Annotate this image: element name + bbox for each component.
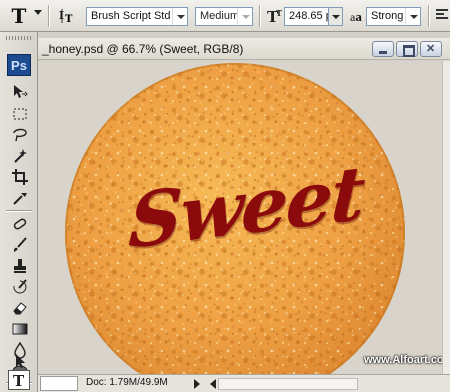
options-bar: T I T Brush Script Std Medium T T 248.65… [0,0,450,32]
font-size-icon: T T [266,7,284,26]
type-tool-active-icon[interactable]: T [8,370,30,390]
svg-text:T: T [65,14,73,25]
eyedropper-tool-icon[interactable] [9,188,31,208]
tool-preset-dropdown-icon[interactable] [34,10,42,15]
toolbox-grip[interactable] [6,36,32,40]
gradient-tool-icon[interactable] [9,319,31,339]
watermark-text: www.Alfoart.com [364,354,442,366]
chevron-down-icon[interactable] [237,8,252,25]
move-tool-icon[interactable] [9,82,31,102]
document-title-bar[interactable]: _honey.psd @ 66.7% (Sweet, RGB/8) [38,38,450,60]
path-selection-tool-icon[interactable] [9,351,31,371]
clone-stamp-tool-icon[interactable] [9,256,31,276]
divider [6,210,32,211]
close-button[interactable] [420,41,442,57]
antialias-icon: aa [350,9,362,29]
chevron-down-icon[interactable] [172,8,187,25]
font-family-select[interactable]: Brush Script Std [86,7,188,26]
font-size-value: 248.65 pt [289,10,328,22]
font-family-value: Brush Script Std [91,10,171,22]
divider [48,5,49,27]
svg-text:T: T [276,8,282,18]
status-bar: Doc: 1.79M/49.9M [38,374,450,392]
font-size-input[interactable]: 248.65 pt [284,7,328,26]
font-size-dropdown-icon[interactable] [328,7,343,26]
lasso-tool-icon[interactable] [9,125,31,145]
crop-tool-icon[interactable] [9,167,31,187]
minimize-button[interactable] [372,41,394,57]
marquee-tool-icon[interactable] [9,104,31,124]
magic-wand-tool-icon[interactable] [9,146,31,166]
font-style-select[interactable]: Medium [195,7,253,26]
divider [428,5,429,27]
svg-text:T: T [13,372,25,389]
antialias-value: Strong [371,10,404,22]
eraser-tool-icon[interactable] [9,298,31,318]
scroll-left-arrow-icon[interactable] [210,379,216,389]
divider [259,5,260,27]
brush-tool-icon[interactable] [9,235,31,255]
document-title: _honey.psd @ 66.7% (Sweet, RGB/8) [42,42,244,56]
document-window: _honey.psd @ 66.7% (Sweet, RGB/8) ✕ Swee… [38,32,450,392]
font-style-value: Medium [200,10,240,22]
status-menu-arrow-icon[interactable] [194,379,200,389]
chevron-down-icon[interactable] [405,8,420,25]
align-left-icon[interactable] [436,9,450,23]
horizontal-scrollbar[interactable] [218,378,358,390]
text-orientation-icon[interactable]: I T [58,7,76,25]
ps-logo[interactable]: Ps [7,54,31,76]
type-tool-icon[interactable]: T [6,4,32,28]
maximize-button[interactable] [396,41,418,57]
vertical-scrollbar[interactable] [442,61,450,374]
healing-brush-tool-icon[interactable] [9,214,31,234]
zoom-input[interactable] [40,376,78,391]
canvas[interactable]: Sweet www.Alfoart.com [38,61,442,374]
antialias-select[interactable]: Strong [366,7,421,26]
antialias-large-a: a [355,9,362,24]
toolbox: Ps [0,32,38,392]
document-size: Doc: 1.79M/49.9M [86,377,168,388]
history-brush-tool-icon[interactable] [9,277,31,297]
